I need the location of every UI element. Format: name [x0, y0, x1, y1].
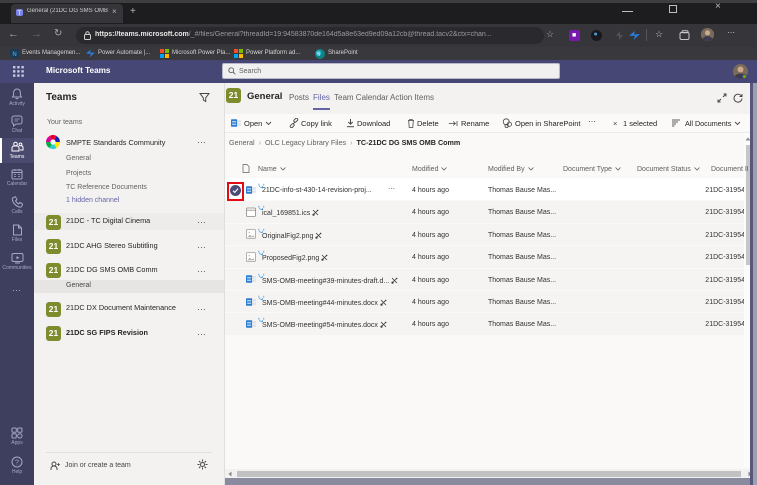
svg-text:T: T [18, 11, 22, 17]
svg-text:?: ? [15, 460, 19, 467]
svg-text:N: N [12, 52, 16, 58]
